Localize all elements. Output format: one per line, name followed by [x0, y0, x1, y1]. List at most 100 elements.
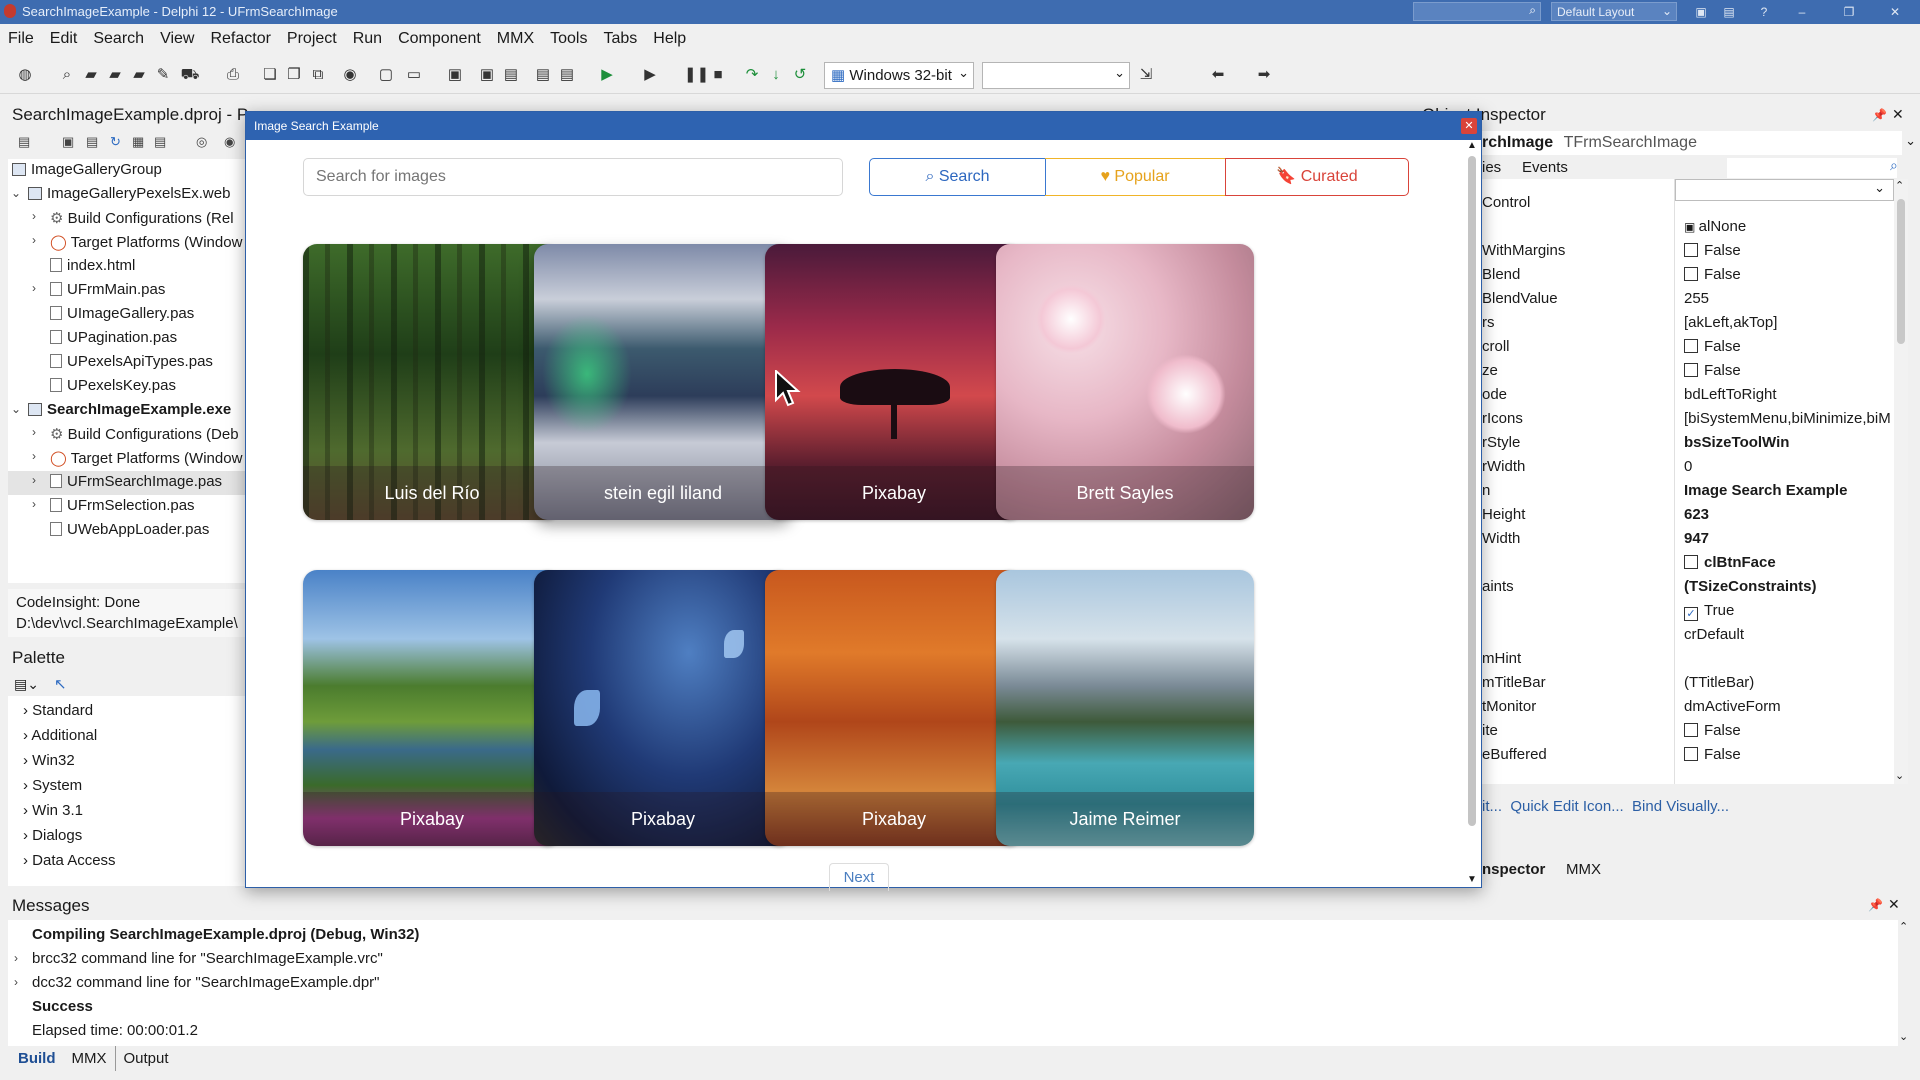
view-unit-icon[interactable]: ▤: [557, 65, 577, 85]
checkbox[interactable]: [1684, 267, 1698, 281]
layout-save-icon[interactable]: ▣: [1690, 3, 1712, 21]
run-without-debug-icon[interactable]: ▶: [640, 65, 660, 85]
tree-node[interactable]: ImageGalleryPexelsEx.web: [28, 185, 230, 202]
palette-pointer-icon[interactable]: ↖: [54, 675, 67, 693]
property-value[interactable]: 623: [1684, 506, 1709, 523]
stop-circle-icon[interactable]: ◉: [340, 65, 360, 85]
save-all-icon[interactable]: ▰: [129, 65, 149, 85]
property-value[interactable]: False: [1684, 338, 1741, 355]
inspector-object-selector[interactable]: rchImage TFrmSearchImage ⌄: [1482, 131, 1916, 155]
cart-icon[interactable]: ⛟: [180, 65, 200, 85]
tab-object-inspector[interactable]: nspector: [1482, 861, 1545, 878]
next-page-button[interactable]: Next: [829, 863, 889, 891]
tree-node[interactable]: ImageGalleryGroup: [12, 161, 162, 178]
layout-options-icon[interactable]: ▤: [1718, 3, 1740, 21]
property-name[interactable]: Height: [1482, 506, 1525, 523]
image-card[interactable]: Luis del Río: [303, 244, 561, 520]
property-editor-combo[interactable]: ⌄: [1675, 179, 1894, 201]
property-name[interactable]: tMonitor: [1482, 698, 1536, 715]
menu-search[interactable]: Search: [85, 26, 152, 48]
property-name[interactable]: rs: [1482, 314, 1495, 331]
scroll-down-icon[interactable]: ⌄: [1899, 1030, 1908, 1043]
property-value[interactable]: bdLeftToRight: [1684, 386, 1777, 403]
property-name[interactable]: ite: [1482, 722, 1498, 739]
open-file-icon[interactable]: ▰: [81, 65, 101, 85]
tree-node[interactable]: UWebAppLoader.pas: [50, 521, 209, 538]
property-name[interactable]: BlendValue: [1482, 290, 1558, 307]
palette-category[interactable]: › Win 3.1: [23, 802, 83, 819]
menu-run[interactable]: Run: [345, 26, 390, 48]
scroll-down-icon[interactable]: ▼: [1467, 874, 1477, 885]
dialog-titlebar[interactable]: Image Search Example ✕: [246, 112, 1481, 140]
image-card[interactable]: stein egil liland: [534, 244, 792, 520]
back-arrow-icon[interactable]: ⬅: [1208, 65, 1228, 85]
image-card[interactable]: Pixabay: [303, 570, 561, 846]
inspector-quick-links[interactable]: it... Quick Edit Icon... Bind Visually..…: [1482, 798, 1729, 815]
property-name[interactable]: eBuffered: [1482, 746, 1547, 763]
window-icon[interactable]: ❐: [284, 65, 304, 85]
new-file-icon[interactable]: ▢: [376, 65, 396, 85]
checkbox[interactable]: [1684, 747, 1698, 761]
chevron-right-icon[interactable]: ›: [32, 449, 36, 463]
property-value[interactable]: 947: [1684, 530, 1709, 547]
close-icon[interactable]: ✕: [1461, 118, 1477, 134]
palette-add-icon[interactable]: ▤⌄: [14, 676, 39, 693]
scroll-thumb[interactable]: [1897, 199, 1905, 344]
toggle-form-icon[interactable]: ⧉: [308, 65, 328, 85]
scroll-down-icon[interactable]: ⌄: [1895, 769, 1904, 782]
view-icon[interactable]: ▤: [154, 134, 166, 150]
chevron-right-icon[interactable]: ›: [32, 473, 36, 487]
step-over-icon[interactable]: ↷: [742, 65, 762, 85]
restore-icon[interactable]: ❐: [1838, 3, 1860, 21]
property-name[interactable]: rStyle: [1482, 434, 1520, 451]
property-value[interactable]: False: [1684, 746, 1741, 763]
tree-node[interactable]: UPexelsKey.pas: [50, 377, 176, 394]
close-icon[interactable]: ✕: [1888, 896, 1900, 913]
scroll-thumb[interactable]: [1468, 156, 1476, 826]
property-name[interactable]: Width: [1482, 530, 1520, 547]
chevron-right-icon[interactable]: ›: [32, 281, 36, 295]
layout-combo[interactable]: Default Layout ⌄: [1551, 2, 1677, 21]
tree-node[interactable]: ⚙ Build Configurations (Deb: [50, 425, 239, 443]
menu-project[interactable]: Project: [279, 26, 345, 48]
property-name[interactable]: Blend: [1482, 266, 1520, 283]
property-value[interactable]: False: [1684, 242, 1741, 259]
message-line[interactable]: Elapsed time: 00:00:01.2: [32, 1022, 198, 1039]
printer-icon[interactable]: ⎙: [223, 65, 243, 85]
menu-mmx[interactable]: MMX: [489, 26, 542, 48]
forward-arrow-icon[interactable]: ➡: [1254, 65, 1274, 85]
scroll-up-icon[interactable]: ⌃: [1899, 920, 1908, 933]
run-icon[interactable]: ▶: [597, 65, 617, 85]
chevron-right-icon[interactable]: ›: [32, 209, 36, 223]
chevron-right-icon[interactable]: ›: [14, 951, 18, 965]
property-name[interactable]: aints: [1482, 578, 1514, 595]
property-value[interactable]: clBtnFace: [1684, 554, 1776, 571]
property-value[interactable]: crDefault: [1684, 626, 1744, 643]
property-value[interactable]: 255: [1684, 290, 1709, 307]
menu-help[interactable]: Help: [645, 26, 694, 48]
refresh-icon[interactable]: ↻: [110, 134, 121, 150]
menu-tabs[interactable]: Tabs: [595, 26, 645, 48]
inspector-search-field[interactable]: [1727, 158, 1897, 178]
property-value[interactable]: ✓ True: [1684, 602, 1734, 621]
menu-edit[interactable]: Edit: [42, 26, 86, 48]
remove-file-icon[interactable]: ▤: [533, 65, 553, 85]
scroll-up-icon[interactable]: ⌃: [1895, 179, 1904, 192]
menu-component[interactable]: Component: [390, 26, 489, 48]
property-value[interactable]: Image Search Example: [1684, 482, 1847, 499]
tab-events[interactable]: Events: [1522, 159, 1568, 176]
property-value[interactable]: dmActiveForm: [1684, 698, 1781, 715]
property-name[interactable]: Control: [1482, 194, 1530, 211]
palette-category[interactable]: › Additional: [23, 727, 97, 744]
inspector-scrollbar[interactable]: ⌃ ⌄: [1894, 179, 1908, 784]
add-new-icon[interactable]: ▤: [18, 134, 30, 150]
property-name[interactable]: croll: [1482, 338, 1510, 355]
help-icon[interactable]: ?: [1753, 3, 1775, 21]
tab-output[interactable]: Output: [114, 1046, 177, 1071]
build-icon[interactable]: ◎: [196, 134, 207, 150]
property-value[interactable]: [biSystemMenu,biMinimize,biM: [1684, 410, 1891, 427]
chevron-right-icon[interactable]: ›: [14, 975, 18, 989]
close-icon[interactable]: ✕: [1884, 3, 1906, 21]
scroll-up-icon[interactable]: ▲: [1467, 140, 1477, 151]
chevron-down-icon[interactable]: ⌄: [11, 186, 21, 200]
